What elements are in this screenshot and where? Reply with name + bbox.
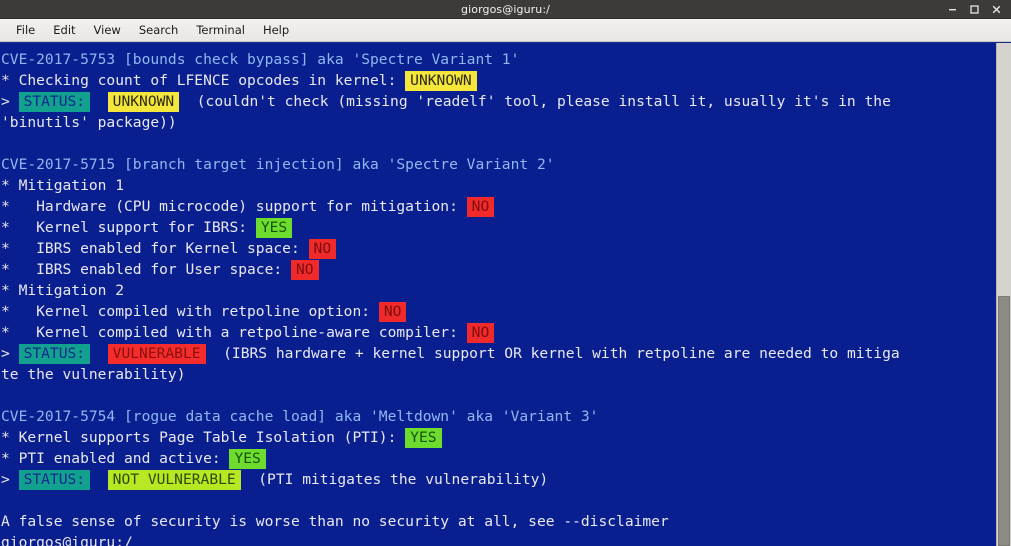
terminal-line: te the vulnerability) — [1, 364, 996, 385]
terminal-text: CVE-2017-5715 [branch target injection] … — [1, 156, 555, 173]
status-badge: UNKNOWN — [405, 71, 477, 91]
terminal-text: > — [1, 93, 19, 110]
terminal-text: * Mitigation 2 — [1, 282, 125, 299]
status-badge: STATUS: — [18, 92, 91, 112]
status-badge: YES — [229, 449, 266, 469]
menu-item-edit[interactable]: Edit — [44, 21, 84, 40]
terminal-text: * IBRS enabled for User space: — [1, 261, 291, 278]
maximize-icon[interactable] — [968, 3, 981, 16]
terminal-text: * IBRS enabled for Kernel space: — [1, 240, 309, 257]
terminal-text: (IBRS hardware + kernel support OR kerne… — [205, 345, 900, 362]
terminal-window: giorgos@iguru:/ File Edit View Search Te… — [0, 0, 1011, 546]
terminal-line: * IBRS enabled for Kernel space: NO — [1, 238, 996, 259]
terminal-output[interactable]: CVE-2017-5753 [bounds check bypass] aka … — [0, 43, 996, 546]
terminal-text: A false sense of security is worse than … — [1, 513, 669, 530]
terminal-line: * Checking count of LFENCE opcodes in ke… — [1, 70, 996, 91]
status-badge: NO — [466, 323, 495, 343]
terminal-text: > — [1, 345, 19, 362]
menu-item-help[interactable]: Help — [254, 21, 298, 40]
terminal-text: * Kernel compiled with a retpoline-aware… — [1, 324, 467, 341]
menu-bar: File Edit View Search Terminal Help — [0, 19, 1011, 42]
terminal-line: > STATUS: VULNERABLE (IBRS hardware + ke… — [1, 343, 996, 364]
status-badge: NO — [378, 302, 407, 322]
minimize-icon[interactable] — [946, 3, 959, 16]
terminal-text: * Mitigation 1 — [1, 177, 125, 194]
terminal-text: > — [1, 471, 19, 488]
title-bar: giorgos@iguru:/ — [0, 0, 1011, 19]
terminal-line: giorgos@iguru:/ — [1, 532, 996, 546]
status-badge: NOT VULNERABLE — [107, 470, 241, 490]
terminal-line: CVE-2017-5715 [branch target injection] … — [1, 154, 996, 175]
terminal-line: * Kernel supports Page Table Isolation (… — [1, 427, 996, 448]
terminal-text: (PTI mitigates the vulnerability) — [240, 471, 549, 488]
status-badge: NO — [466, 197, 495, 217]
terminal-text: * PTI enabled and active: — [1, 450, 230, 467]
status-badge: YES — [255, 218, 293, 238]
terminal-line: * Kernel compiled with a retpoline-aware… — [1, 322, 996, 343]
status-badge: VULNERABLE — [107, 344, 206, 364]
menu-item-view[interactable]: View — [85, 21, 130, 40]
menu-item-search[interactable]: Search — [130, 21, 188, 40]
terminal-line: * Mitigation 2 — [1, 280, 996, 301]
terminal-text: te the vulnerability) — [1, 366, 186, 383]
terminal-text: 'binutils' package)) — [1, 114, 177, 131]
terminal-body: CVE-2017-5753 [bounds check bypass] aka … — [0, 42, 1011, 546]
status-badge: STATUS: — [18, 344, 91, 364]
terminal-text: * Kernel compiled with retpoline option: — [1, 303, 379, 320]
window-title: giorgos@iguru:/ — [461, 2, 550, 16]
close-icon[interactable] — [990, 3, 1003, 16]
terminal-line: * Kernel compiled with retpoline option:… — [1, 301, 996, 322]
menu-item-file[interactable]: File — [7, 21, 44, 40]
terminal-text: * Kernel supports Page Table Isolation (… — [1, 429, 406, 446]
terminal-line: * Mitigation 1 — [1, 175, 996, 196]
scrollbar-thumb[interactable] — [998, 296, 1010, 546]
terminal-text: * Kernel support for IBRS: — [1, 219, 256, 236]
window-controls — [946, 0, 1007, 19]
terminal-text: * Hardware (CPU microcode) support for m… — [1, 198, 467, 215]
terminal-line: CVE-2017-5753 [bounds check bypass] aka … — [1, 49, 996, 70]
terminal-scrollbar[interactable] — [996, 43, 1011, 546]
terminal-line: A false sense of security is worse than … — [1, 511, 996, 532]
terminal-line: 'binutils' package)) — [1, 112, 996, 133]
terminal-text: CVE-2017-5754 [rogue data cache load] ak… — [1, 408, 599, 425]
status-badge: UNKNOWN — [107, 92, 180, 112]
status-badge: NO — [290, 260, 319, 280]
terminal-text: (couldn't check (missing 'readelf' tool,… — [179, 93, 891, 110]
status-badge: NO — [308, 239, 337, 259]
terminal-text: CVE-2017-5753 [bounds check bypass] aka … — [1, 51, 520, 68]
terminal-line: CVE-2017-5754 [rogue data cache load] ak… — [1, 406, 996, 427]
terminal-line: > STATUS: NOT VULNERABLE (PTI mitigates … — [1, 469, 996, 490]
terminal-line: * IBRS enabled for User space: NO — [1, 259, 996, 280]
menu-item-terminal[interactable]: Terminal — [187, 21, 254, 40]
terminal-line: * Kernel support for IBRS: YES — [1, 217, 996, 238]
status-badge: STATUS: — [18, 470, 91, 490]
terminal-text: * Checking count of LFENCE opcodes in ke… — [1, 72, 406, 89]
terminal-text: giorgos@iguru:/ — [1, 534, 133, 546]
status-badge: YES — [405, 428, 442, 448]
terminal-line: * Hardware (CPU microcode) support for m… — [1, 196, 996, 217]
terminal-line: > STATUS: UNKNOWN (couldn't check (missi… — [1, 91, 996, 112]
terminal-line: * PTI enabled and active: YES — [1, 448, 996, 469]
